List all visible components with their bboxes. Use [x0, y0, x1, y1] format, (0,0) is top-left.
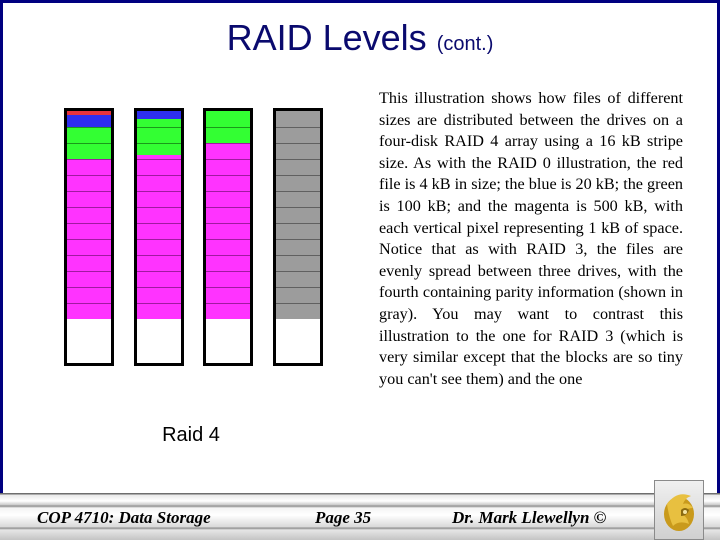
stripe-boundary: [137, 271, 181, 272]
stripe-boundary: [67, 191, 111, 192]
footer-course: COP 4710: Data Storage: [37, 508, 211, 527]
block-blue: [67, 115, 111, 127]
title-suffix: (cont.): [436, 33, 494, 55]
stripe-boundary: [276, 303, 320, 304]
pegasus-icon: [664, 494, 694, 531]
stripe-boundary: [206, 255, 250, 256]
stripe-boundary: [276, 287, 320, 288]
stripe-boundary: [206, 175, 250, 176]
footer-bar: COP 4710: Data Storage Page 35 Dr. Mark …: [0, 493, 720, 540]
stripe-boundary: [137, 191, 181, 192]
stripe-boundary: [206, 191, 250, 192]
stripe-boundary: [276, 159, 320, 160]
ucf-pegasus-logo: [654, 480, 704, 540]
stripe-boundary: [67, 127, 111, 128]
stripe-boundary: [67, 239, 111, 240]
stripe-boundary: [137, 175, 181, 176]
block-blue: [137, 111, 181, 119]
raid4-diagram: [0, 0, 360, 470]
stripe-boundary: [206, 143, 250, 144]
stripe-boundary: [67, 207, 111, 208]
stripe-boundary: [276, 271, 320, 272]
stripe-boundary: [206, 207, 250, 208]
footer-page-number: Page 35: [315, 508, 372, 527]
stripe-boundary: [137, 127, 181, 128]
body-paragraph: This illustration shows how files of dif…: [379, 89, 683, 388]
stripe-boundary: [206, 159, 250, 160]
block-magenta: [137, 155, 181, 319]
stripe-boundary: [67, 287, 111, 288]
disk-4-parity: [273, 108, 323, 366]
stripe-boundary: [276, 175, 320, 176]
stripe-boundary: [137, 207, 181, 208]
stripe-boundary: [276, 239, 320, 240]
stripe-boundary: [67, 175, 111, 176]
stripe-boundary: [276, 143, 320, 144]
block-magenta: [206, 143, 250, 319]
stripe-boundary: [206, 127, 250, 128]
disk-2: [134, 108, 184, 366]
disk-3: [203, 108, 253, 366]
stripe-boundary: [206, 287, 250, 288]
stripe-boundary: [206, 223, 250, 224]
stripe-boundary: [67, 303, 111, 304]
block-green: [137, 119, 181, 155]
stripe-boundary: [276, 207, 320, 208]
stripe-boundary: [67, 143, 111, 144]
footer-author: Dr. Mark Llewellyn ©: [452, 508, 607, 527]
stripe-boundary: [137, 223, 181, 224]
stripe-boundary: [137, 159, 181, 160]
stripe-boundary: [276, 127, 320, 128]
stripe-boundary: [67, 271, 111, 272]
stripe-boundary: [276, 191, 320, 192]
stripe-boundary: [137, 239, 181, 240]
stripe-boundary: [206, 239, 250, 240]
disk-1: [64, 108, 114, 366]
stripe-boundary: [276, 223, 320, 224]
stripe-boundary: [137, 287, 181, 288]
stripe-boundary: [67, 223, 111, 224]
stripe-boundary: [276, 255, 320, 256]
stripe-boundary: [67, 159, 111, 160]
diagram-label: Raid 4: [162, 424, 220, 446]
stripe-boundary: [67, 255, 111, 256]
stripe-boundary: [206, 271, 250, 272]
stripe-boundary: [137, 143, 181, 144]
stripe-boundary: [206, 303, 250, 304]
stripe-boundary: [137, 303, 181, 304]
stripe-boundary: [137, 255, 181, 256]
